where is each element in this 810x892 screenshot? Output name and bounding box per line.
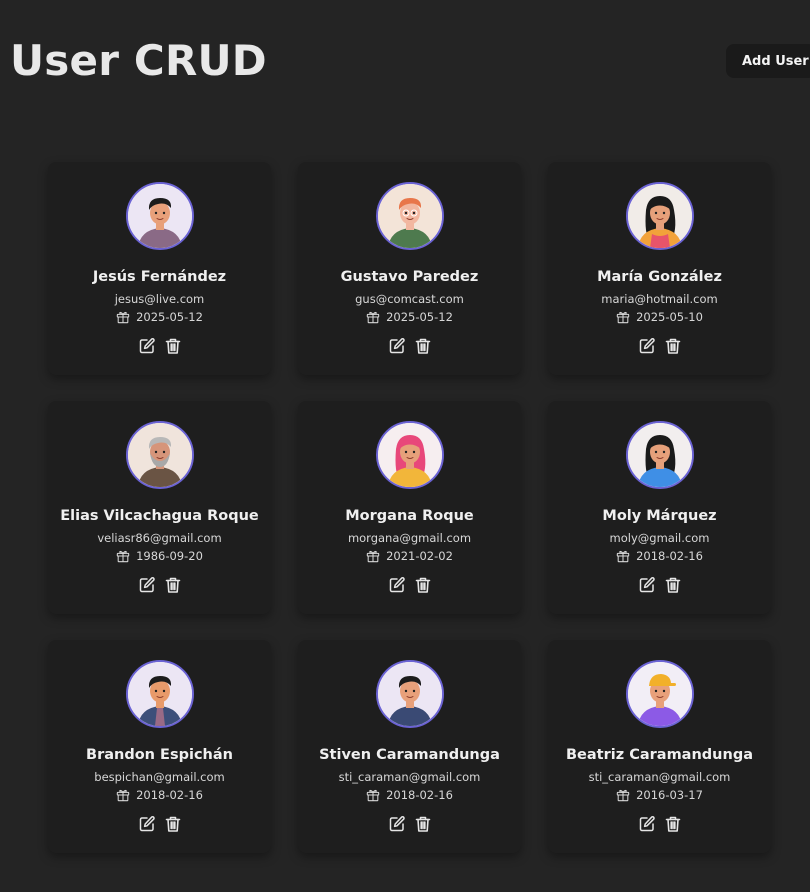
user-birthday: 2025-05-10 [616, 310, 703, 324]
birthday-text: 2018-02-16 [636, 549, 703, 563]
gift-icon [616, 788, 630, 802]
user-name: Stiven Caramandunga [319, 747, 500, 763]
avatar [625, 421, 694, 489]
trash-icon[interactable] [664, 337, 682, 355]
gift-icon [116, 549, 130, 563]
user-birthday: 2018-02-16 [116, 788, 203, 802]
gift-icon [366, 310, 380, 324]
avatar [125, 660, 194, 728]
gift-icon [616, 549, 630, 563]
trash-icon[interactable] [664, 815, 682, 833]
edit-icon[interactable] [638, 576, 656, 594]
edit-icon[interactable] [138, 337, 156, 355]
user-email: veliasr86@gmail.com [97, 531, 222, 545]
user-birthday: 2016-03-17 [616, 788, 703, 802]
user-card: Elias Vilcachagua Roque veliasr86@gmail.… [48, 401, 271, 614]
avatar [375, 182, 444, 250]
user-email: sti_caraman@gmail.com [588, 770, 731, 784]
user-name: Jesús Fernández [92, 269, 227, 285]
avatar [375, 660, 444, 728]
card-actions [638, 815, 682, 833]
birthday-text: 2016-03-17 [636, 788, 703, 802]
birthday-text: 2025-05-12 [136, 310, 203, 324]
gift-icon [116, 788, 130, 802]
avatar [125, 182, 194, 250]
trash-icon[interactable] [164, 815, 182, 833]
user-card: Jesús Fernández jesus@live.com 2025-05-1… [48, 162, 271, 375]
birthday-text: 1986-09-20 [136, 549, 203, 563]
avatar [375, 421, 444, 489]
card-actions [388, 576, 432, 594]
user-name: María González [597, 269, 722, 285]
user-grid: Jesús Fernández jesus@live.com 2025-05-1… [48, 162, 771, 853]
edit-icon[interactable] [138, 815, 156, 833]
user-email: sti_caraman@gmail.com [338, 770, 481, 784]
birthday-text: 2025-05-12 [386, 310, 453, 324]
user-card: Stiven Caramandunga sti_caraman@gmail.co… [298, 640, 521, 853]
user-email: morgana@gmail.com [347, 531, 472, 545]
user-email: maria@hotmail.com [601, 292, 718, 306]
user-card: María González maria@hotmail.com 2025-05… [548, 162, 771, 375]
user-card: Beatriz Caramandunga sti_caraman@gmail.c… [548, 640, 771, 853]
gift-icon [366, 788, 380, 802]
edit-icon[interactable] [388, 337, 406, 355]
add-user-button[interactable]: Add User [726, 44, 810, 78]
gift-icon [616, 310, 630, 324]
edit-icon[interactable] [638, 337, 656, 355]
user-name: Elias Vilcachagua Roque [60, 508, 259, 524]
user-card: Gustavo Paredez gus@comcast.com 2025-05-… [298, 162, 521, 375]
trash-icon[interactable] [164, 337, 182, 355]
user-email: moly@gmail.com [609, 531, 710, 545]
birthday-text: 2018-02-16 [136, 788, 203, 802]
trash-icon[interactable] [164, 576, 182, 594]
card-actions [638, 576, 682, 594]
birthday-text: 2025-05-10 [636, 310, 703, 324]
user-card: Brandon Espichán bespichan@gmail.com 201… [48, 640, 271, 853]
edit-icon[interactable] [388, 815, 406, 833]
user-name: Brandon Espichán [86, 747, 233, 763]
user-email: gus@comcast.com [355, 292, 464, 306]
user-birthday: 2018-02-16 [366, 788, 453, 802]
edit-icon[interactable] [138, 576, 156, 594]
avatar [125, 421, 194, 489]
user-email: jesus@live.com [114, 292, 205, 306]
user-card: Morgana Roque morgana@gmail.com 2021-02-… [298, 401, 521, 614]
card-actions [138, 815, 182, 833]
trash-icon[interactable] [414, 337, 432, 355]
user-birthday: 2025-05-12 [116, 310, 203, 324]
user-birthday: 2025-05-12 [366, 310, 453, 324]
trash-icon[interactable] [414, 576, 432, 594]
user-birthday: 2021-02-02 [366, 549, 453, 563]
trash-icon[interactable] [414, 815, 432, 833]
user-card: Moly Márquez moly@gmail.com 2018-02-16 [548, 401, 771, 614]
user-name: Morgana Roque [345, 508, 474, 524]
card-actions [638, 337, 682, 355]
edit-icon[interactable] [388, 576, 406, 594]
user-email: bespichan@gmail.com [94, 770, 225, 784]
user-birthday: 1986-09-20 [116, 549, 203, 563]
avatar [625, 182, 694, 250]
card-actions [388, 337, 432, 355]
page: User CRUD Add User Jesús Fernández jesus… [0, 0, 810, 892]
gift-icon [116, 310, 130, 324]
trash-icon[interactable] [664, 576, 682, 594]
user-name: Gustavo Paredez [340, 269, 479, 285]
avatar [625, 660, 694, 728]
card-actions [138, 337, 182, 355]
birthday-text: 2018-02-16 [386, 788, 453, 802]
card-actions [138, 576, 182, 594]
card-actions [388, 815, 432, 833]
gift-icon [366, 549, 380, 563]
page-title: User CRUD [10, 36, 267, 85]
user-birthday: 2018-02-16 [616, 549, 703, 563]
user-name: Moly Márquez [602, 508, 717, 524]
birthday-text: 2021-02-02 [386, 549, 453, 563]
edit-icon[interactable] [638, 815, 656, 833]
user-name: Beatriz Caramandunga [566, 747, 753, 763]
